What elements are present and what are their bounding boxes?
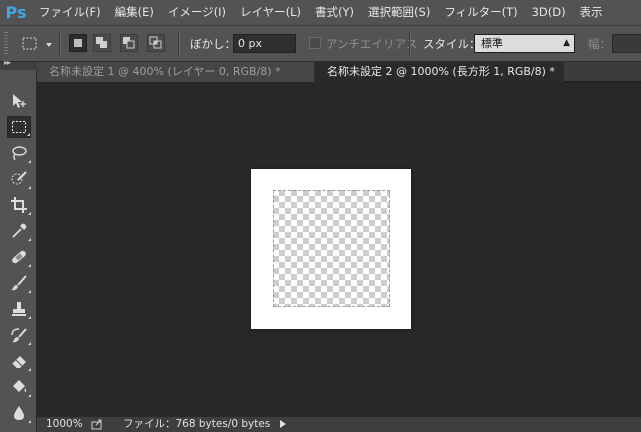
document-info: ファイル：768 bytes/0 bytes <box>123 418 271 430</box>
menu-filter[interactable]: フィルター(T) <box>437 0 524 25</box>
crop-icon <box>11 197 27 213</box>
menu-layer[interactable]: レイヤー(L) <box>233 0 308 25</box>
feather-input[interactable]: 0 px <box>233 34 296 53</box>
tool-group-indicator <box>28 264 31 267</box>
eyedropper-icon <box>12 223 27 238</box>
tab-document-2[interactable]: 名称未設定 2 @ 1000% (長方形 1, RGB/8) * <box>315 62 564 82</box>
quick-selection-icon <box>11 171 27 185</box>
marquee-preset-icon <box>22 37 52 50</box>
tool-group-indicator <box>28 160 31 163</box>
style-value: 標準 <box>481 37 503 50</box>
tool-group-indicator <box>28 394 31 397</box>
clone-stamp-icon <box>12 302 26 316</box>
document-tab-bar: 名称未設定 1 @ 400% (レイヤー 0, RGB/8) * 名称未設定 2… <box>37 62 641 82</box>
clone-stamp-tool[interactable] <box>7 298 31 320</box>
options-divider <box>409 32 411 56</box>
intersect-selection-icon <box>149 36 162 49</box>
options-divider <box>59 32 61 56</box>
tool-group-indicator <box>27 133 30 136</box>
zoom-level[interactable]: 1000% <box>46 418 83 431</box>
lasso-tool[interactable] <box>7 142 31 164</box>
move-tool[interactable] <box>7 90 31 112</box>
width-label: 幅： <box>588 37 611 51</box>
tool-group-indicator <box>28 368 31 371</box>
eyedropper-tool[interactable] <box>7 220 31 242</box>
menu-edit[interactable]: 編集(E) <box>108 0 161 25</box>
brush-tool[interactable] <box>7 272 31 294</box>
quick-selection-tool[interactable] <box>7 168 31 190</box>
eraser-tool[interactable] <box>7 350 31 372</box>
tool-group-indicator <box>28 342 31 345</box>
eraser-icon <box>11 356 26 369</box>
menu-view[interactable]: 表示 <box>573 0 610 25</box>
width-input[interactable] <box>612 34 641 53</box>
tool-group-indicator <box>28 186 31 189</box>
collapse-icon[interactable]: ▸▸ <box>4 58 11 67</box>
intersect-selection-button[interactable] <box>147 34 165 52</box>
spot-healing-icon <box>12 250 26 264</box>
photoshop-logo[interactable]: Ps <box>0 0 32 25</box>
select-arrows-icon: ▲ <box>563 38 570 48</box>
new-selection-icon <box>74 39 82 47</box>
subtract-selection-button[interactable] <box>120 34 138 52</box>
paint-bucket-tool[interactable] <box>7 376 31 398</box>
options-grip[interactable] <box>4 32 8 56</box>
marquee-tool[interactable] <box>7 116 31 138</box>
history-brush-icon <box>11 328 27 343</box>
lasso-icon <box>12 146 27 161</box>
blur-drop-icon <box>14 406 24 420</box>
menu-file[interactable]: ファイル(F) <box>32 0 108 25</box>
tool-group-indicator <box>28 420 31 423</box>
antialias-label: アンチエイリアス <box>326 37 418 51</box>
tools-panel: ▸▸ <box>0 58 37 432</box>
tool-preset-picker[interactable] <box>20 26 54 62</box>
status-menu-arrow-icon[interactable] <box>280 420 286 428</box>
tool-group-indicator <box>28 238 31 241</box>
tools-panel-header[interactable]: ▸▸ <box>0 58 37 70</box>
tool-group-indicator <box>28 212 31 215</box>
style-label: スタイル： <box>423 37 481 51</box>
options-divider <box>178 32 180 56</box>
paint-bucket-icon <box>13 380 27 393</box>
tab-document-1[interactable]: 名称未設定 1 @ 400% (レイヤー 0, RGB/8) * <box>37 62 315 82</box>
subtract-selection-icon <box>123 37 135 49</box>
share-icon[interactable] <box>91 419 103 430</box>
menu-type[interactable]: 書式(Y) <box>308 0 361 25</box>
style-select[interactable]: 標準 ▲ <box>474 34 575 53</box>
healing-tool[interactable] <box>7 246 31 268</box>
feather-label: ぼかし： <box>190 37 236 51</box>
status-bar: 1000% ファイル：768 bytes/0 bytes <box>37 416 641 432</box>
menu-3d[interactable]: 3D(D) <box>525 0 573 25</box>
history-brush-tool[interactable] <box>7 324 31 346</box>
move-tool-icon <box>13 94 26 108</box>
canvas-workspace[interactable] <box>37 82 641 416</box>
add-selection-icon <box>96 37 107 48</box>
tool-group-indicator <box>28 290 31 293</box>
add-selection-button[interactable] <box>93 34 111 52</box>
options-bar: ぼかし： 0 px アンチエイリアス スタイル： 標準 ▲ 幅： <box>0 25 641 62</box>
document-canvas[interactable] <box>251 169 411 329</box>
antialias-checkbox[interactable] <box>309 37 321 49</box>
menu-select[interactable]: 選択範囲(S) <box>361 0 437 25</box>
rectangular-marquee-icon <box>12 121 26 133</box>
new-selection-button[interactable] <box>69 34 87 52</box>
brush-icon <box>11 275 27 291</box>
menu-bar: Ps ファイル(F) 編集(E) イメージ(I) レイヤー(L) 書式(Y) 選… <box>0 0 641 25</box>
tool-group-indicator <box>28 316 31 319</box>
menu-image[interactable]: イメージ(I) <box>161 0 233 25</box>
blur-tool[interactable] <box>7 402 31 424</box>
crop-tool[interactable] <box>7 194 31 216</box>
selection-marquee <box>273 190 390 307</box>
